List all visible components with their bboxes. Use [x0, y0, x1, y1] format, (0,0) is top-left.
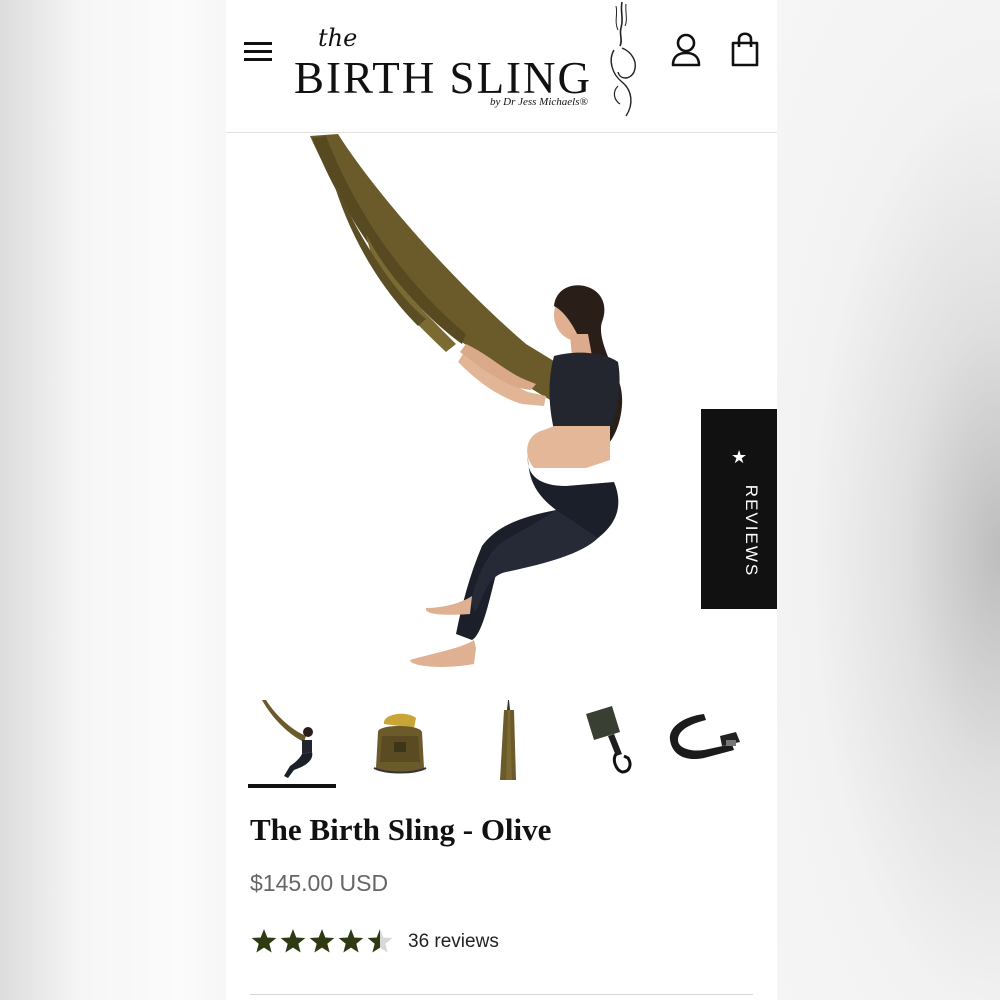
product-price: $145.00 USD [250, 870, 389, 896]
rating-star-icon [338, 929, 364, 953]
rating-star-icon [309, 929, 335, 953]
rating-star-icon [280, 929, 306, 953]
background-right [777, 0, 1000, 1000]
thumbnail-hanging-sling[interactable] [464, 696, 552, 788]
thumbnail-sling-in-bag[interactable] [356, 696, 444, 788]
account-icon[interactable] [670, 32, 702, 68]
rating-stars [251, 929, 393, 953]
mobile-page: the BIRTH SLING by Dr Jess Michaels® ★ R… [226, 0, 777, 1000]
thumbnail-door-anchor[interactable] [572, 696, 660, 788]
rating-star-icon [367, 929, 393, 953]
review-count-link[interactable]: 36 reviews [408, 931, 499, 953]
reviews-tab[interactable]: ★ REVIEWS [701, 409, 777, 609]
shopping-bag-icon[interactable] [729, 30, 761, 68]
thumbnail-woman-in-sling[interactable] [248, 696, 336, 788]
logo-byline: by Dr Jess Michaels® [490, 96, 588, 108]
thumbnail-gallery [248, 696, 748, 792]
thumbnail-strap[interactable] [660, 696, 748, 788]
logo-the-text: the [318, 24, 358, 52]
divider [250, 994, 753, 995]
hamburger-menu-icon[interactable] [242, 38, 274, 64]
site-logo[interactable]: the BIRTH SLING by Dr Jess Michaels® [292, 0, 652, 125]
reviews-tab-label: REVIEWS [742, 484, 761, 578]
star-icon: ★ [731, 447, 748, 467]
product-main-image[interactable] [226, 134, 777, 684]
product-title: The Birth Sling - Olive [250, 812, 552, 847]
rating-star-icon [251, 929, 277, 953]
logo-illustration-icon [610, 1, 636, 117]
site-header: the BIRTH SLING by Dr Jess Michaels® [226, 0, 777, 133]
